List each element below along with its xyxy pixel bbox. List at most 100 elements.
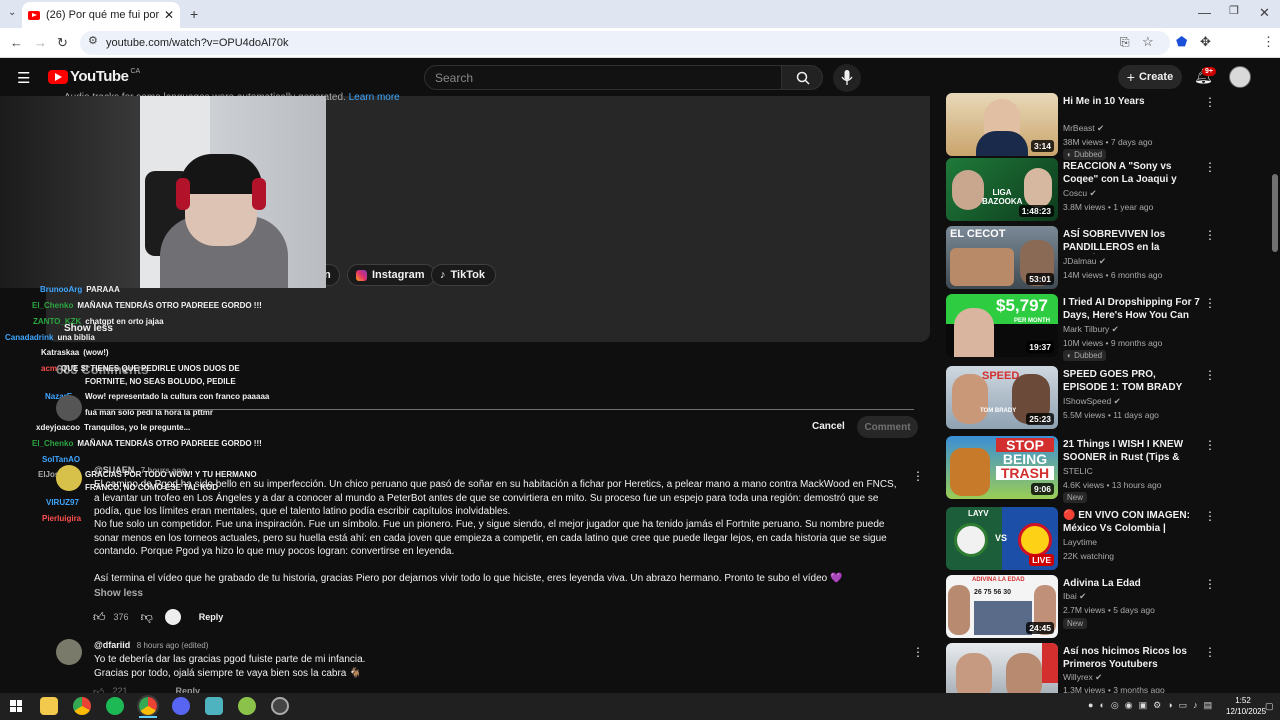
video-menu-icon[interactable]: ⋮ <box>1204 95 1216 109</box>
youtube-logo[interactable]: YouTube CA <box>48 68 140 85</box>
video-thumbnail[interactable]: $5,797 PER MONTH 19:37 <box>946 294 1058 357</box>
video-title[interactable]: Adivina La Edad <box>1063 577 1203 590</box>
search-input[interactable]: Search <box>424 65 782 90</box>
app-icon[interactable] <box>205 697 223 715</box>
video-title[interactable]: ASÍ SOBREVIVEN los PANDILLEROS en la PRI… <box>1063 228 1203 254</box>
recommended-video[interactable]: $5,797 PER MONTH 19:37 I Tried AI Dropsh… <box>946 294 1270 361</box>
spotify-icon[interactable] <box>106 697 124 715</box>
video-thumbnail[interactable]: ADIVINA LA EDAD 26 75 56 30 24:45 <box>946 575 1058 638</box>
recommended-video[interactable]: STOP BEING TRASH 9:06 21 Things I WISH I… <box>946 436 1270 503</box>
video-title[interactable]: I Tried AI Dropshipping For 7 Days, Here… <box>1063 296 1203 322</box>
video-title[interactable]: Hi Me in 10 Years <box>1063 95 1203 108</box>
browser-tab[interactable]: (26) Por qué me fui por tanto ti ✕ <box>22 2 180 28</box>
commenter-avatar[interactable] <box>56 639 82 665</box>
comment-author[interactable]: @SUAEN <box>94 465 134 475</box>
window-close-icon[interactable]: ✕ <box>1259 6 1270 19</box>
recommended-video[interactable]: ADIVINA LA EDAD 26 75 56 30 24:45 Adivin… <box>946 575 1270 639</box>
channel-name[interactable]: Willyrex ✔︎ <box>1063 672 1102 683</box>
video-menu-icon[interactable]: ⋮ <box>1204 160 1216 174</box>
notification-center-icon[interactable]: ▢ <box>1265 701 1274 712</box>
recommended-video[interactable]: 3:14 Hi Me in 10 Years MrBeast ✔︎ 38M vi… <box>946 93 1270 160</box>
comment-submit-button[interactable]: Comment <box>857 416 918 438</box>
comment-input-underline[interactable] <box>94 409 914 410</box>
recommended-video[interactable]: SPEED TOM BRADY 25:23 SPEED GOES PRO, EP… <box>946 366 1270 430</box>
video-title[interactable]: Así nos hicimos Ricos los Primeros Youtu… <box>1063 645 1203 671</box>
taskbar-clock[interactable]: 1:52 12/10/2025 <box>1226 695 1266 717</box>
comment-time[interactable]: 8 hours ago (edited) <box>137 641 209 650</box>
video-menu-icon[interactable]: ⋮ <box>1204 228 1216 242</box>
page-scrollbar[interactable] <box>1271 96 1279 693</box>
video-menu-icon[interactable]: ⋮ <box>1204 577 1216 591</box>
tray-icon[interactable]: ▤ <box>1204 700 1213 711</box>
channel-name[interactable]: STELIC <box>1063 466 1093 476</box>
recommended-video[interactable]: LIGA BAZOOKA 1:48:23 REACCION A "Sony vs… <box>946 158 1270 222</box>
tray-icon[interactable]: ◉ <box>1125 700 1133 711</box>
tab-list-icon[interactable]: ⌄ <box>8 8 16 18</box>
chrome-icon[interactable] <box>73 697 91 715</box>
windows-start-icon[interactable] <box>10 700 22 712</box>
video-menu-icon[interactable]: ⋮ <box>1204 368 1216 382</box>
video-menu-icon[interactable]: ⋮ <box>1204 509 1216 523</box>
network-icon[interactable]: ▭ <box>1179 700 1188 711</box>
comment-author[interactable]: @dfariid <box>94 640 130 650</box>
video-thumbnail[interactable]: SPEED TOM BRADY 25:23 <box>946 366 1058 429</box>
volume-icon[interactable]: ♪ <box>1193 700 1198 711</box>
video-menu-icon[interactable]: ⋮ <box>1204 438 1216 452</box>
extensions-puzzle-icon[interactable]: ✥ <box>1200 35 1211 48</box>
browser-menu-icon[interactable]: ⋮ <box>1262 35 1275 48</box>
channel-name[interactable]: Layvtime <box>1063 537 1097 547</box>
tiktok-link[interactable]: ♪ TikTok <box>431 264 496 286</box>
channel-name[interactable]: IShowSpeed ✔︎ <box>1063 396 1121 407</box>
video-menu-icon[interactable]: ⋮ <box>1204 296 1216 310</box>
minimize-icon[interactable]: — <box>1198 6 1211 19</box>
recommended-video[interactable]: LAYV VS LIVE 🔴 EN VIVO CON IMAGEN: Méxic… <box>946 507 1270 571</box>
video-thumbnail[interactable]: LAYV VS LIVE <box>946 507 1058 570</box>
bookmark-star-icon[interactable]: ☆ <box>1142 35 1154 48</box>
recommended-video[interactable]: EL CECOT 53:01 ASÍ SOBREVIVEN los PANDIL… <box>946 226 1270 290</box>
comment-menu-icon[interactable]: ⋮ <box>912 469 924 483</box>
spotify-tray-icon[interactable]: ● <box>1088 700 1093 711</box>
file-explorer-icon[interactable] <box>40 697 58 715</box>
commenter-avatar[interactable] <box>56 465 82 491</box>
app-icon[interactable] <box>238 697 256 715</box>
video-title[interactable]: SPEED GOES PRO, EPISODE 1: TOM BRADY <box>1063 368 1203 394</box>
chrome-active-icon[interactable] <box>137 695 159 717</box>
scrollbar-thumb[interactable] <box>1272 174 1278 252</box>
comment-time[interactable]: 7 hours ago <box>141 466 186 475</box>
learn-more-link[interactable]: Learn more <box>349 92 400 103</box>
video-thumbnail[interactable]: 3:14 <box>946 93 1058 156</box>
dislike-icon[interactable]: 👎︎ <box>141 610 153 625</box>
tab-close-icon[interactable]: ✕ <box>164 8 174 22</box>
discord-icon[interactable] <box>172 697 190 715</box>
video-title[interactable]: REACCION A "Sony vs Coqee" con La Joaqui… <box>1063 160 1203 186</box>
video-title[interactable]: 🔴 EN VIVO CON IMAGEN: México Vs Colombia… <box>1063 509 1203 535</box>
tray-icon[interactable]: ◐ <box>1099 700 1104 711</box>
shield-extension-icon[interactable]: ⬟ <box>1176 35 1187 48</box>
channel-name[interactable]: Mark Tilbury ✔︎ <box>1063 324 1119 335</box>
video-thumbnail[interactable]: EL CECOT 53:01 <box>946 226 1058 289</box>
instagram-link[interactable]: Instagram <box>347 264 436 286</box>
install-app-icon[interactable]: ⎘ <box>1120 36 1130 48</box>
reload-icon[interactable]: ↻ <box>57 36 68 49</box>
video-title[interactable]: 21 Things I WISH I KNEW SOONER in Rust (… <box>1063 438 1203 464</box>
channel-name[interactable]: MrBeast ✔︎ <box>1063 123 1104 134</box>
recommended-video[interactable]: Así nos hicimos Ricos los Primeros Youtu… <box>946 643 1270 693</box>
back-icon[interactable]: ← <box>10 36 23 49</box>
tray-icon[interactable]: ⚙ <box>1153 700 1161 711</box>
video-thumbnail[interactable]: STOP BEING TRASH 9:06 <box>946 436 1058 499</box>
comment-show-less[interactable]: Show less <box>94 588 143 599</box>
forward-icon[interactable]: → <box>34 36 47 49</box>
address-bar[interactable]: ⚙ youtube.com/watch?v=OPU4doAl70k <box>80 31 1170 55</box>
site-info-icon[interactable]: ⚙ <box>88 36 98 47</box>
cancel-button[interactable]: Cancel <box>812 421 845 432</box>
channel-name[interactable]: Coscu ✔︎ <box>1063 188 1097 199</box>
reply-button[interactable]: Reply <box>199 612 224 622</box>
channel-name[interactable]: Ibai ✔︎ <box>1063 591 1086 602</box>
commenter-avatar[interactable] <box>56 395 82 421</box>
comment-menu-icon[interactable]: ⋮ <box>912 645 924 659</box>
new-tab-button[interactable]: + <box>190 7 198 21</box>
account-avatar[interactable] <box>1229 66 1251 88</box>
video-thumbnail[interactable] <box>946 643 1058 693</box>
voice-search-button[interactable] <box>833 64 861 92</box>
tray-icon[interactable]: ◎ <box>1111 700 1119 711</box>
